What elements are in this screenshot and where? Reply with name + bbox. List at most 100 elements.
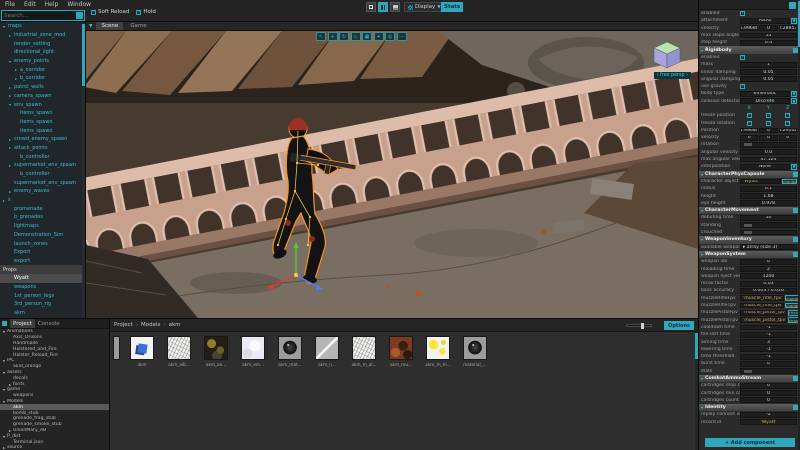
asset-thumbnail[interactable]	[315, 336, 339, 360]
object-reference[interactable]: 'muscle_pistol_tpv'	[740, 317, 787, 323]
asset-thumbnail[interactable]	[352, 336, 376, 360]
checkbox[interactable]: ✓	[740, 55, 745, 60]
number-field[interactable]: 5.99680	[740, 25, 758, 31]
number-field[interactable]: 0.28957	[779, 25, 797, 31]
orientation-cube[interactable]	[650, 40, 684, 74]
collapse-arrow-icon[interactable]: ▾	[701, 237, 703, 242]
number-field[interactable]: 3	[740, 339, 797, 345]
slider-field[interactable]	[740, 368, 797, 374]
collapse-arrow-icon[interactable]: ▾	[701, 172, 703, 177]
section-charactermovement[interactable]: ▾CharacterMovement	[699, 207, 800, 214]
slider-field[interactable]	[740, 142, 797, 148]
asset-thumbnail[interactable]	[241, 336, 265, 360]
collapse-arrow-icon[interactable]: ▾	[701, 405, 703, 410]
pivot-toggle-icon[interactable]: ⌖	[374, 32, 384, 41]
tree-section-props[interactable]: Props	[0, 265, 85, 274]
number-field[interactable]: 0.05	[740, 69, 797, 75]
section-characterphyscapsule[interactable]: ▾CharacterPhysCapsule	[699, 171, 800, 178]
scene-item-launch-zones[interactable]: launch_zones	[0, 239, 85, 248]
move-tool-icon[interactable]: +	[328, 32, 338, 41]
chevron-down-icon[interactable]: ▼	[791, 164, 797, 170]
object-reference[interactable]: 'muscle_rifle_tpv'	[740, 303, 784, 309]
number-field[interactable]: 1200	[740, 273, 797, 279]
asset-thumbnail[interactable]	[130, 336, 154, 360]
number-field[interactable]: 'Wyatt'	[740, 419, 797, 425]
asset-thumbnail[interactable]	[167, 336, 191, 360]
slider-field[interactable]	[740, 222, 797, 228]
object-reference[interactable]: 'muscle_pistol_fpv'	[740, 310, 787, 316]
scene-item-items-spawn[interactable]: items_spawn	[0, 118, 85, 127]
scene-item-b-controller[interactable]: b_controller	[0, 170, 85, 179]
gear-icon[interactable]	[789, 2, 796, 9]
section-identity[interactable]: ▾Identity	[699, 404, 800, 411]
section-combatammostream[interactable]: ▾CombatAmmoStream	[699, 375, 800, 382]
number-field[interactable]: 0.05	[740, 76, 797, 82]
number-field[interactable]: 0.4	[740, 40, 797, 46]
number-field[interactable]: 0	[740, 397, 797, 403]
scale-tool-icon[interactable]: ◇	[351, 32, 361, 41]
scene-item-items-spawn[interactable]: items_spawn	[0, 126, 85, 135]
checkbox[interactable]: ✓	[785, 113, 790, 118]
scene-item-enemy-waves[interactable]: ▸enemy_waves	[0, 187, 85, 196]
search-input[interactable]	[2, 13, 76, 19]
slider-field[interactable]	[740, 230, 797, 236]
pause-button[interactable]	[378, 2, 388, 12]
section-rigidbody[interactable]: ▾Rigidbody	[699, 46, 800, 53]
save-state-button[interactable]	[390, 2, 400, 12]
add-component-button[interactable]: + Add component	[705, 438, 795, 447]
asset-akm-alb[interactable]: akm_alb...	[164, 336, 194, 367]
checkbox[interactable]: ✓	[747, 113, 752, 118]
scene-item-directional-light[interactable]: directional_light	[0, 48, 85, 57]
menu-help[interactable]: Help	[45, 1, 59, 8]
number-field[interactable]: 0	[740, 383, 797, 389]
scene-item-3rd-person-rig[interactable]: 3rd_person_rig	[0, 300, 85, 309]
scene-item-items-spawn[interactable]: items_spawn	[0, 109, 85, 118]
chevron-down-icon[interactable]: ▼	[791, 98, 797, 104]
chevron-down-icon[interactable]: ▼	[791, 18, 797, 24]
asset-thumbnail[interactable]	[463, 336, 487, 360]
number-field[interactable]: 0	[759, 135, 777, 141]
scene-item-patrol-walls[interactable]: ▸patrol_walls	[0, 83, 85, 92]
number-field[interactable]: 0.29102	[779, 128, 797, 134]
asset-akm-em[interactable]: akm_em...	[238, 336, 268, 367]
number-field[interactable]: 2	[740, 266, 797, 272]
asset-thumbnail[interactable]	[389, 336, 413, 360]
checkbox[interactable]: ✓	[740, 11, 745, 16]
collapse-arrow-icon[interactable]: ▾	[701, 252, 703, 257]
scene-item-wyatt[interactable]: Wyatt	[0, 274, 85, 283]
asset-material[interactable]: material_...	[460, 336, 490, 367]
hold-checkbox[interactable]: ✓	[136, 10, 141, 15]
dropdown-value[interactable]: Kinematic	[740, 91, 790, 97]
tab-project[interactable]: Project	[10, 319, 35, 328]
asset-thumbnail[interactable]	[426, 336, 450, 360]
scene-item-lightmaps[interactable]: lightmaps	[0, 222, 85, 231]
object-reference[interactable]: 'Wyatt'	[740, 179, 781, 185]
asset-partial[interactable]	[112, 336, 120, 360]
collapse-arrow-icon[interactable]: ▾	[701, 376, 703, 381]
asset-thumbnail[interactable]	[113, 336, 120, 360]
snap-toggle-icon[interactable]: ◎	[385, 32, 395, 41]
scene-item-maps[interactable]: ▾maps	[0, 22, 85, 31]
tab-scene[interactable]: Scene	[96, 22, 123, 30]
scene-item-supermarket-env-spawn[interactable]: supermarket_env_spawn	[0, 178, 85, 187]
section-weaponsystem[interactable]: ▾WeaponSystem	[699, 251, 800, 258]
number-field[interactable]: 0	[740, 390, 797, 396]
scene-item-supermarket-env-spawn[interactable]: ▸supermarket_env_spawn	[0, 161, 85, 170]
object-reference[interactable]: 'muscle_rifle_fpv'	[740, 295, 784, 301]
asset-akm-m-m[interactable]: akm_m_m...	[423, 336, 453, 367]
number-field[interactable]: 1.68	[740, 193, 797, 199]
grid-toggle-icon[interactable]: ▦	[362, 32, 372, 41]
asset-thumbnail[interactable]	[204, 336, 228, 360]
dropdown-value[interactable]: Patrol	[740, 18, 790, 24]
number-field[interactable]: 0.1	[740, 186, 797, 192]
scene-item-akm[interactable]: akm	[0, 309, 85, 318]
stop-button[interactable]	[366, 2, 376, 12]
number-field[interactable]: 0	[740, 259, 797, 265]
more-tools-icon[interactable]: ⋯	[397, 32, 407, 41]
number-field[interactable]: 0.03	[740, 281, 797, 287]
chevron-down-icon[interactable]: ▼	[791, 91, 797, 97]
number-field[interactable]: 5.99680	[740, 128, 758, 134]
number-field[interactable]: 0	[740, 135, 758, 141]
asset-thumbnail[interactable]	[278, 336, 302, 360]
checkbox[interactable]: ✓	[740, 84, 745, 89]
